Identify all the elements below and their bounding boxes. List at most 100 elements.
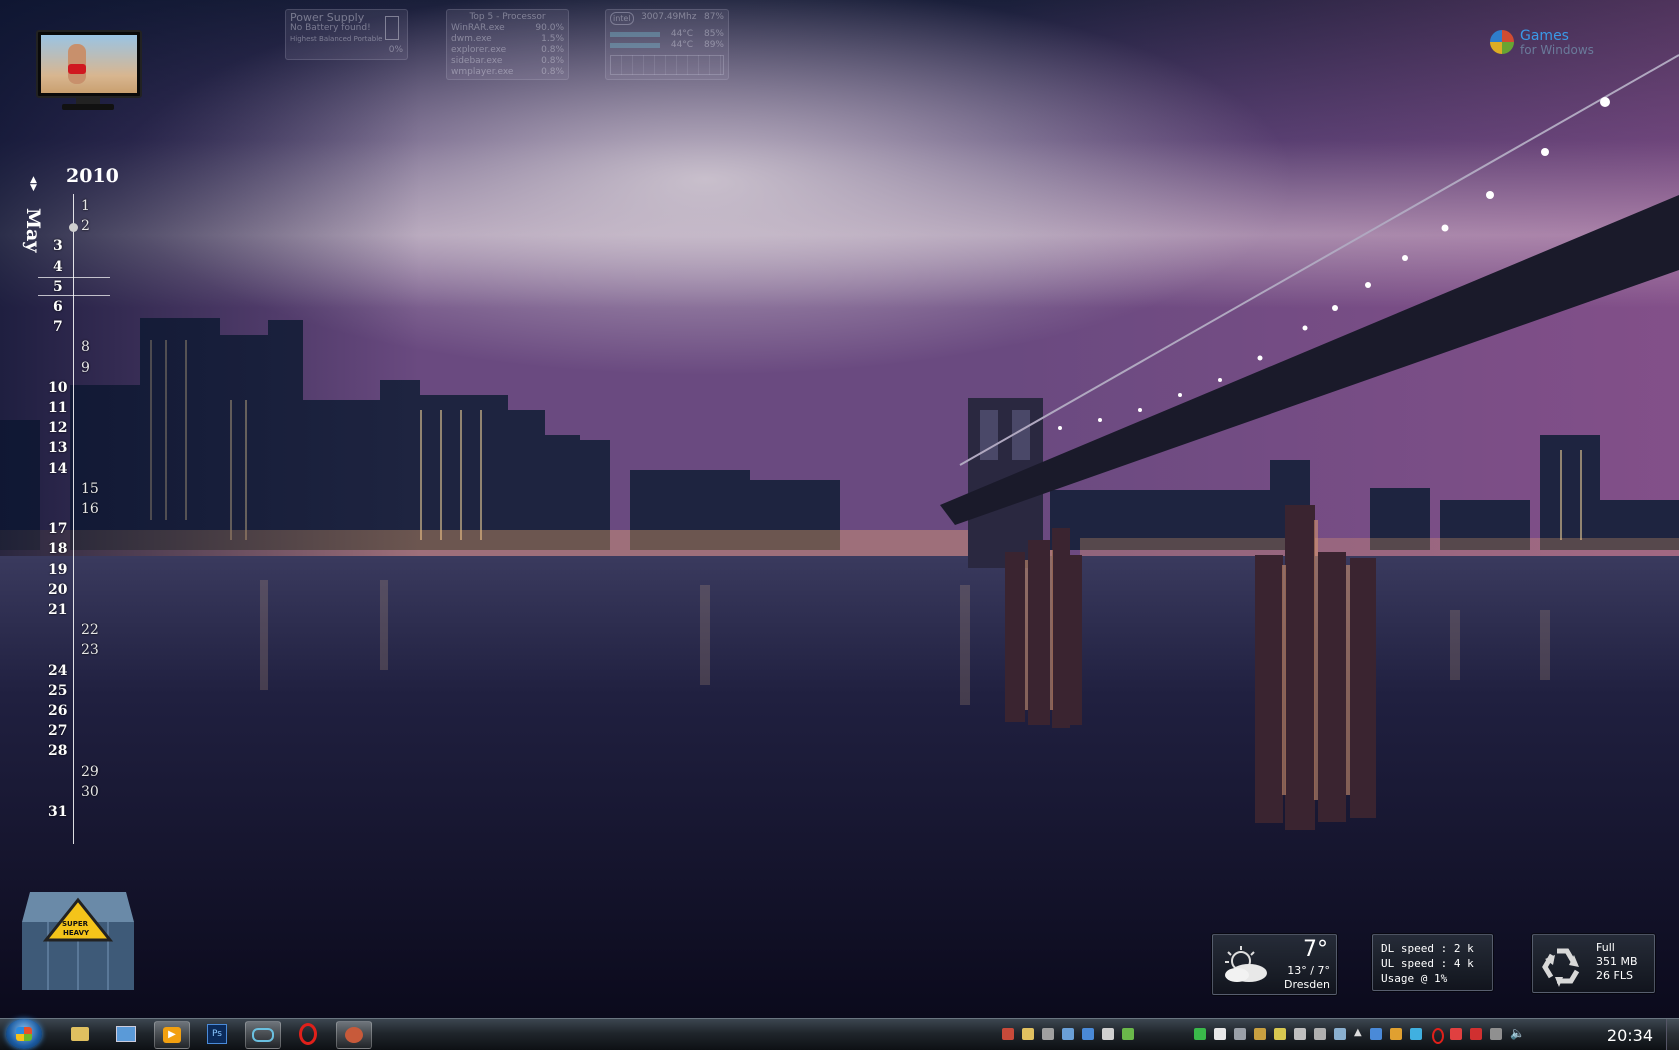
process-row: WinRAR.exe 90.0% [451,23,564,34]
calendar-day[interactable]: 23 [81,642,99,658]
process-name: sidebar.exe [451,56,503,66]
tray-app-icon[interactable] [1470,1028,1482,1040]
games-label: Games [1520,28,1569,44]
calendar-day[interactable]: 29 [81,764,99,780]
calendar-day[interactable]: 22 [81,622,99,638]
calendar-day[interactable]: 15 [81,481,99,497]
tray-app-icon[interactable] [1390,1028,1402,1040]
start-button[interactable] [6,1019,42,1049]
tray-app-icon[interactable] [1254,1028,1266,1040]
process-name: wmplayer.exe [451,67,514,77]
calendar-day[interactable]: 28 [48,743,67,759]
taskbar-opera-icon[interactable] [291,1021,325,1047]
calendar-day[interactable]: 8 [81,339,90,355]
tray-network-icon[interactable] [1490,1028,1502,1040]
taskbar-clock[interactable]: 20:34 [1607,1026,1653,1045]
recycle-bin-gadget[interactable]: Full 351 MB 26 FLS [1532,934,1655,993]
weather-gadget[interactable]: 7° 13° / 7° Dresden [1212,934,1337,995]
tray-app-icon[interactable] [1194,1028,1206,1040]
process-row: sidebar.exe 0.8% [451,56,564,67]
taskbar-photoshop-icon[interactable]: Ps [200,1021,234,1047]
calendar-day[interactable]: 24 [48,663,67,679]
tray-app-icon[interactable] [1314,1028,1326,1040]
tray-app-icon[interactable] [1410,1028,1422,1040]
calendar-day[interactable]: 14 [48,461,67,477]
calendar-day[interactable]: 12 [48,420,67,436]
calendar-day[interactable]: 27 [48,723,67,739]
tray-opera-icon[interactable] [1432,1028,1444,1044]
tray-app-icon[interactable] [1450,1028,1462,1040]
tray-app-icon[interactable] [1334,1028,1346,1040]
tray-app-icon[interactable] [1214,1028,1226,1040]
calendar-day[interactable]: 3 [53,238,63,254]
process-row: explorer.exe 0.8% [451,45,564,56]
tray-app-icon[interactable] [1022,1028,1034,1040]
cpu-meter-gadget[interactable]: intel 3007.49Mhz 87% 44°C 85% 44°C 89% [605,9,729,80]
calendar-day[interactable]: 4 [53,259,63,275]
calendar-day[interactable]: 16 [81,501,99,517]
tray-app-icon[interactable] [1102,1028,1114,1040]
calendar-day[interactable]: 25 [48,683,67,699]
tray-app-icon[interactable] [1062,1028,1074,1040]
windows-flag-icon [1490,30,1514,54]
container-icon [22,892,134,990]
upload-speed: UL speed : 4 k [1381,957,1474,970]
calendar-day[interactable]: 18 [48,541,67,557]
calendar-day[interactable]: 9 [81,360,90,376]
core2-load: 89% [703,40,724,50]
show-hidden-icons-button[interactable]: ▲ [1354,1027,1362,1038]
partly-cloudy-icon [1225,946,1267,982]
container-drive-gadget[interactable]: SUPER HEAVY [18,882,138,994]
container-label: SUPER [62,920,89,928]
tray-app-icon[interactable] [1122,1028,1134,1040]
taskbar-network-icon[interactable] [245,1021,281,1049]
calendar-day[interactable]: 21 [48,602,67,618]
network-meter-gadget[interactable]: DL speed : 2 k UL speed : 4 k Usage @ 1% [1372,934,1493,991]
calendar-nav-arrows[interactable]: ▲ ▼ [30,176,37,193]
core2-temp: 44°C [670,40,694,50]
recycle-size: 351 MB [1596,955,1638,968]
taskbar-explorer-icon[interactable] [109,1021,143,1047]
tray-app-icon[interactable] [1082,1028,1094,1040]
process-name: explorer.exe [451,45,507,55]
tray-app-icon[interactable] [1002,1028,1014,1040]
top-processor-gadget[interactable]: Top 5 - Processor WinRAR.exe 90.0% dwm.exe… [446,9,569,80]
tray-app-icon[interactable] [1274,1028,1286,1040]
tray-app-icon[interactable] [1042,1028,1054,1040]
games-for-windows-logo[interactable]: Games for Windows [1490,28,1610,60]
show-desktop-button[interactable] [1666,1019,1679,1050]
system-tray: ▲ 🔈 [998,1019,1578,1050]
tray-app-icon[interactable] [1234,1028,1246,1040]
calendar-day[interactable]: 5 [53,279,63,295]
calendar-day[interactable]: 1 [81,198,90,214]
download-speed: DL speed : 2 k [1381,942,1474,955]
process-row: wmplayer.exe 0.8% [451,67,564,78]
calendar-day[interactable]: 19 [48,562,67,578]
calendar-day[interactable]: 26 [48,703,67,719]
taskbar-paint-icon[interactable] [336,1021,372,1049]
calendar-day[interactable]: 6 [53,299,63,315]
calendar-day[interactable]: 2 [81,218,90,234]
calendar-day[interactable]: 11 [48,400,67,416]
intel-logo-icon: intel [610,12,634,25]
calendar-day[interactable]: 10 [48,380,67,396]
container-label-2: HEAVY [63,929,90,937]
taskbar-folder-icon[interactable] [63,1021,97,1047]
volume-icon[interactable]: 🔈 [1510,1026,1525,1040]
calendar-day[interactable]: 17 [48,521,67,537]
taskbar-media-player-icon[interactable]: ▶ [154,1021,190,1049]
core2-bar [610,43,660,48]
calendar-day[interactable]: 30 [81,784,99,800]
core1-load: 85% [703,29,724,39]
power-supply-gadget[interactable]: Power Supply No Battery found! Highest B… [285,9,408,60]
weather-temp: 7° [1303,937,1328,962]
tray-app-icon[interactable] [1294,1028,1306,1040]
tray-app-icon[interactable] [1370,1028,1382,1040]
calendar-day[interactable]: 7 [53,319,63,335]
calendar-timeline [73,194,74,844]
process-name: WinRAR.exe [451,23,505,33]
calendar-day[interactable]: 20 [48,582,67,598]
calendar-day[interactable]: 13 [48,440,67,456]
calendar-day[interactable]: 31 [48,804,67,820]
windows-logo-icon [16,1027,32,1041]
